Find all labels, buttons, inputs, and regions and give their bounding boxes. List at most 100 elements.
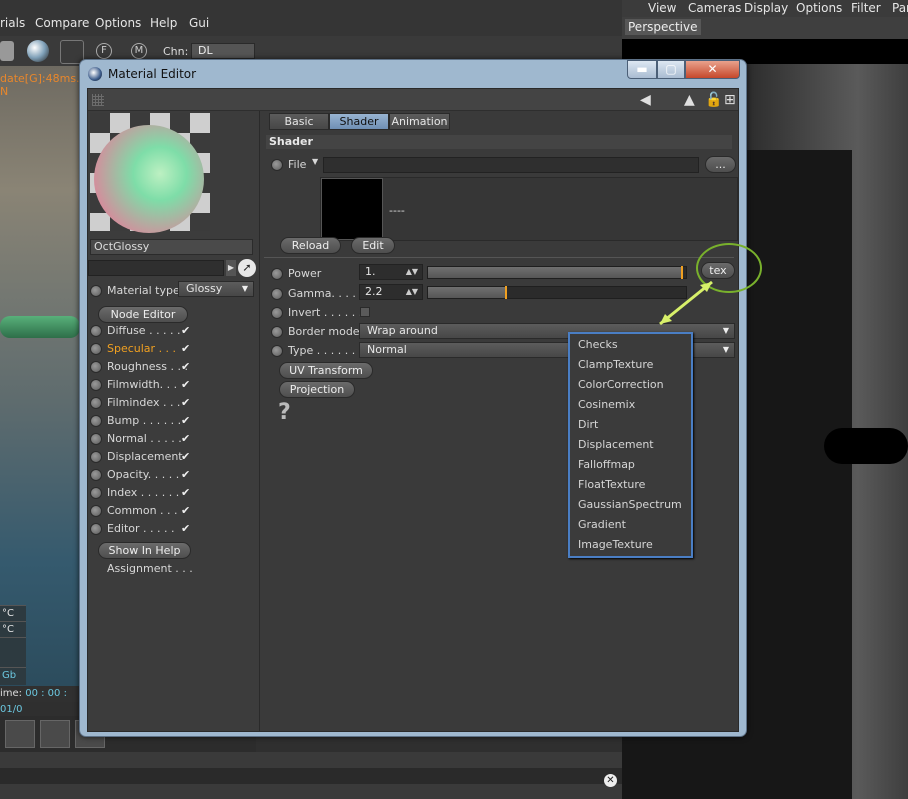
radio-icon[interactable] [271, 326, 283, 338]
back-arrow-icon[interactable]: ◀ [640, 92, 651, 108]
close-icon[interactable]: ✕ [604, 774, 617, 787]
radio-icon[interactable] [271, 268, 283, 280]
tab-animation[interactable]: Animation [389, 113, 450, 130]
power-input[interactable]: 1. ▲▼ [359, 264, 423, 280]
channel-checkbox[interactable]: ✔ [181, 523, 192, 534]
channel-checkbox[interactable]: ✔ [181, 397, 192, 408]
assignment-label[interactable]: Assignment . . . [107, 562, 193, 575]
edit-button[interactable]: Edit [351, 237, 395, 254]
menu-item[interactable]: Dirt [578, 418, 598, 431]
radio-icon[interactable] [90, 523, 102, 535]
gamma-input[interactable]: 2.2 ▲▼ [359, 284, 423, 300]
expand-icon[interactable]: ⊞ [724, 92, 736, 108]
picker-icon[interactable]: ➚ [238, 259, 256, 277]
channel-label[interactable]: Roughness . . . [107, 360, 188, 373]
bg-menu-item[interactable]: Gui [189, 16, 209, 30]
menu-item[interactable]: ClampTexture [578, 358, 653, 371]
radio-icon[interactable] [90, 397, 102, 409]
radio-icon[interactable] [90, 379, 102, 391]
f-icon[interactable]: F [96, 43, 112, 59]
spinner-icon[interactable]: ▲▼ [406, 265, 418, 279]
channel-label[interactable]: Specular . . . [107, 342, 176, 355]
viewport-menu-item[interactable]: Options [796, 1, 842, 15]
radio-icon[interactable] [90, 415, 102, 427]
radio-icon[interactable] [90, 433, 102, 445]
bg-menu-item[interactable]: Help [150, 16, 177, 30]
radio-icon[interactable] [90, 487, 102, 499]
browse-button[interactable]: ... [705, 156, 736, 173]
invert-checkbox[interactable] [360, 307, 370, 317]
material-sphere-icon[interactable] [27, 40, 49, 62]
channel-label[interactable]: Opacity. . . . . [107, 468, 179, 481]
channel-label[interactable]: Index . . . . . . [107, 486, 179, 499]
lock-icon[interactable] [0, 41, 14, 61]
pointer-icon[interactable]: ▲ [684, 92, 695, 108]
menu-item[interactable]: ImageTexture [578, 538, 653, 551]
channel-checkbox[interactable]: ✔ [181, 451, 192, 462]
gamma-slider-knob[interactable] [505, 286, 507, 299]
menu-item[interactable]: Displacement [578, 438, 654, 451]
chevron-down-icon[interactable]: ▼ [312, 157, 318, 166]
material-type-select[interactable]: Glossy ▼ [178, 281, 254, 297]
channel-label[interactable]: Normal . . . . . [107, 432, 182, 445]
viewport-menu-item[interactable]: Cameras [688, 1, 741, 15]
window-titlebar[interactable]: Material Editor ▬ ▢ ✕ [80, 60, 746, 88]
target-icon[interactable] [40, 720, 70, 748]
radio-icon[interactable] [271, 288, 283, 300]
show-in-help-button[interactable]: Show In Help [98, 542, 191, 559]
grip-icon[interactable] [92, 94, 104, 106]
material-name-field[interactable]: OctGlossy [90, 239, 253, 255]
channel-checkbox[interactable]: ✔ [181, 487, 192, 498]
material-link-field[interactable] [88, 260, 224, 276]
channel-checkbox[interactable]: ✔ [181, 379, 192, 390]
menu-item[interactable]: GaussianSpectrum [578, 498, 682, 511]
menu-item[interactable]: Gradient [578, 518, 626, 531]
bg-viewport[interactable] [0, 66, 80, 686]
file-path-input[interactable] [323, 157, 699, 173]
viewport-menu-item[interactable]: Filter [851, 1, 881, 15]
channel-label[interactable]: Displacement [107, 450, 183, 463]
bg-menu-item[interactable]: Options [95, 16, 141, 30]
radio-icon[interactable] [90, 325, 102, 337]
viewport-menu-item[interactable]: View [648, 1, 676, 15]
radio-icon[interactable] [90, 285, 102, 297]
radio-icon[interactable] [90, 451, 102, 463]
minimize-button[interactable]: ▬ [627, 60, 657, 79]
lock-icon[interactable]: 🔓 [705, 92, 722, 108]
menu-item[interactable]: ColorCorrection [578, 378, 664, 391]
help-icon[interactable]: ? [278, 400, 291, 425]
radio-icon[interactable] [90, 469, 102, 481]
channel-checkbox[interactable]: ✔ [181, 505, 192, 516]
window-close-button[interactable]: ✕ [685, 60, 740, 79]
channel-label[interactable]: Bump . . . . . . [107, 414, 181, 427]
uv-transform-button[interactable]: UV Transform [279, 362, 373, 379]
channel-label[interactable]: Filmwidth. . . [107, 378, 177, 391]
reload-button[interactable]: Reload [280, 237, 341, 254]
channel-checkbox[interactable]: ✔ [181, 361, 192, 372]
chn-select[interactable]: DL [191, 43, 255, 59]
light-icon[interactable] [5, 720, 35, 748]
radio-icon[interactable] [90, 343, 102, 355]
channel-checkbox[interactable]: ✔ [181, 415, 192, 426]
channel-checkbox[interactable]: ✔ [181, 469, 192, 480]
viewport-menu-item[interactable]: Display [744, 1, 788, 15]
menu-item[interactable]: Checks [578, 338, 618, 351]
channel-label[interactable]: Common . . . [107, 504, 178, 517]
bg-menu-item[interactable]: Compare [35, 16, 89, 30]
tab-basic[interactable]: Basic [269, 113, 329, 130]
channel-label[interactable]: Editor . . . . . [107, 522, 175, 535]
bg-menu-item[interactable]: rials [0, 16, 25, 30]
viewport-menu-item[interactable]: Par [892, 1, 908, 15]
radio-icon[interactable] [90, 505, 102, 517]
radio-icon[interactable] [271, 345, 283, 357]
radio-icon[interactable] [90, 361, 102, 373]
maximize-button[interactable]: ▢ [657, 60, 685, 79]
menu-item[interactable]: FloatTexture [578, 478, 645, 491]
material-preview[interactable] [90, 113, 210, 233]
projection-button[interactable]: Projection [279, 381, 355, 398]
spinner-icon[interactable]: ▲▼ [406, 285, 418, 299]
node-editor-button[interactable]: Node Editor [98, 306, 188, 323]
tab-shader[interactable]: Shader [329, 113, 389, 130]
radio-icon[interactable] [271, 159, 283, 171]
channel-label[interactable]: Filmindex . . . [107, 396, 180, 409]
